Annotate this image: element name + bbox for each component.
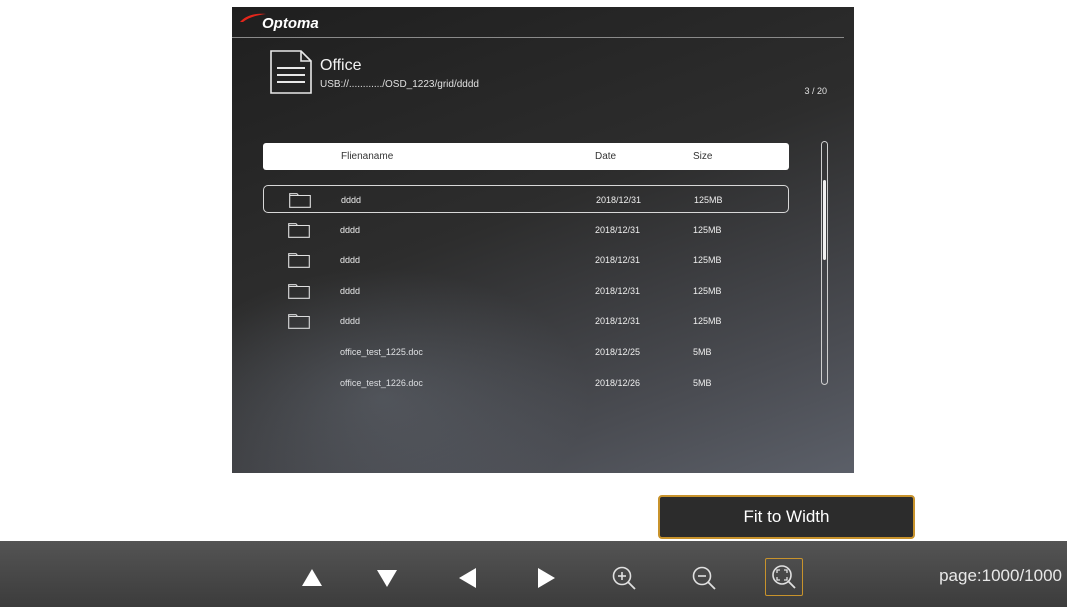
- fit-to-width-button[interactable]: [765, 558, 803, 596]
- header-filename: Flienaname: [341, 151, 394, 162]
- zoom-in-button[interactable]: [608, 562, 640, 594]
- folder-title: Office: [320, 57, 362, 74]
- zoom-out-button[interactable]: [688, 562, 720, 594]
- row-date: 2018/12/31: [595, 255, 641, 266]
- row-filename: dddd: [340, 316, 361, 327]
- row-date: 2018/12/26: [595, 377, 641, 388]
- arrow-left-icon: [459, 568, 476, 588]
- folder-icon: [288, 283, 310, 299]
- brand-logo: Optoma: [238, 9, 328, 35]
- row-filename: dddd: [340, 224, 361, 235]
- header-divider: [232, 37, 844, 38]
- scrollbar-thumb[interactable]: [823, 180, 826, 260]
- folder-row[interactable]: dddd 2018/12/31 125MB: [263, 277, 789, 305]
- row-date: 2018/12/31: [595, 285, 641, 296]
- row-date: 2018/12/31: [595, 224, 641, 235]
- row-date: 2018/12/25: [595, 347, 641, 357]
- row-size: 125MB: [693, 285, 722, 296]
- row-size: 125MB: [694, 195, 723, 205]
- header-size: Size: [693, 151, 713, 162]
- zoom-out-icon: [692, 566, 716, 590]
- row-filename: dddd: [341, 195, 362, 205]
- document-icon: [270, 50, 312, 94]
- file-browser-preview: Optoma Office USB://............/OSD_122…: [232, 7, 854, 473]
- file-row[interactable]: office_test_1225.doc 2018/12/25 5MB: [263, 338, 789, 366]
- zoom-in-icon: [612, 566, 636, 590]
- folder-icon: [288, 253, 310, 269]
- brand-name: Optoma: [262, 15, 319, 32]
- bottom-toolbar: page:1000/1000: [0, 541, 1067, 607]
- row-date: 2018/12/31: [595, 316, 641, 327]
- folder-row[interactable]: dddd 2018/12/31 125MB: [263, 185, 789, 213]
- folder-row[interactable]: dddd 2018/12/31 125MB: [263, 307, 789, 335]
- row-size: 125MB: [693, 224, 722, 235]
- page-count: 3 / 20: [804, 86, 827, 96]
- folder-row[interactable]: dddd 2018/12/31 125MB: [263, 246, 789, 274]
- folder-icon: [288, 222, 310, 238]
- tooltip-fit-to-width: Fit to Width: [658, 495, 915, 539]
- scrollbar[interactable]: [821, 141, 828, 385]
- arrow-up-icon: [302, 569, 322, 586]
- table-header: Flienaname Date Size: [263, 143, 789, 170]
- row-filename: dddd: [340, 255, 361, 266]
- header-date: Date: [595, 151, 617, 162]
- arrow-up-button[interactable]: [296, 562, 328, 594]
- fit-to-width-icon: [772, 565, 796, 589]
- row-date: 2018/12/31: [596, 195, 642, 205]
- folder-path: USB://............/OSD_1223/grid/dddd: [320, 79, 479, 90]
- folder-row[interactable]: dddd 2018/12/31 125MB: [263, 216, 789, 244]
- folder-icon: [289, 193, 311, 208]
- row-filename: office_test_1225.doc: [340, 347, 423, 357]
- row-filename: office_test_1226.doc: [340, 377, 423, 388]
- file-row[interactable]: office_test_1226.doc 2018/12/26 5MB: [263, 369, 789, 397]
- row-size: 125MB: [693, 255, 722, 266]
- page-indicator: page:1000/1000: [939, 566, 1062, 585]
- row-filename: dddd: [340, 285, 361, 296]
- arrow-right-icon: [538, 568, 555, 588]
- row-size: 125MB: [693, 316, 722, 327]
- folder-icon: [288, 314, 310, 330]
- arrow-down-button[interactable]: [371, 562, 403, 594]
- arrow-left-button[interactable]: [452, 562, 484, 594]
- arrow-down-icon: [377, 570, 397, 587]
- row-size: 5MB: [693, 347, 712, 357]
- arrow-right-button[interactable]: [530, 562, 562, 594]
- row-size: 5MB: [693, 377, 712, 388]
